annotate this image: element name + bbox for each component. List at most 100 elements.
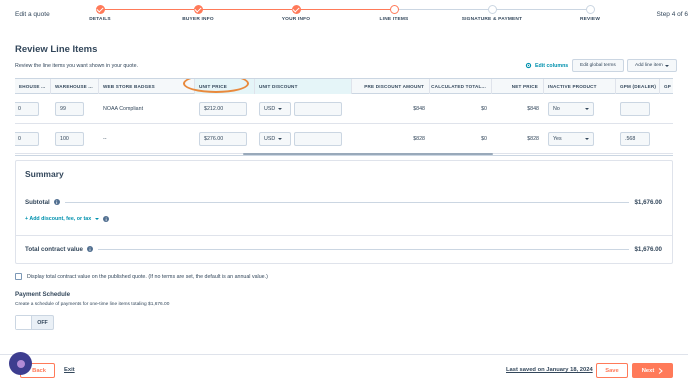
chevron-down-icon <box>95 218 100 220</box>
column-header[interactable]: UNIT DISCOUNT <box>255 79 352 94</box>
unit-price-input[interactable]: $212.00 <box>199 102 247 116</box>
page-title: Review Line Items <box>15 44 98 55</box>
step-line-items[interactable]: LINE ITEMS <box>359 5 429 22</box>
warehouse-input[interactable]: 99 <box>55 102 84 116</box>
progress-track-completed <box>100 9 395 10</box>
web-store-badges-value: -- <box>103 136 107 142</box>
net-price: $828 <box>527 136 539 142</box>
summary-panel: Summary Subtotal i $1,676.00 + Add discou… <box>15 160 673 264</box>
chevron-down-icon <box>278 138 283 140</box>
edit-global-terms-label: Edit global terms <box>580 63 616 68</box>
line-items-table: EHOUSE ... WAREHOUSE ... WEB STORE BADGE… <box>15 78 673 156</box>
step-pending-indicator <box>585 5 595 14</box>
exit-link[interactable]: Exit <box>64 367 75 373</box>
display-total-checkbox[interactable] <box>15 273 22 280</box>
add-line-item-button[interactable]: Add line item <box>627 59 677 72</box>
calculated-total: $0 <box>481 136 487 142</box>
gpm-dealer-input[interactable] <box>620 102 650 116</box>
discount-currency-select[interactable]: USD <box>259 132 291 146</box>
total-contract-line: Total contract value i $1,676.00 <box>25 244 662 254</box>
step-buyer-info[interactable]: BUYER INFO <box>163 5 233 22</box>
table-row: 0 100 -- $276.00 USD $828 $0 $828 Yes .5… <box>15 124 673 154</box>
table-header-row: EHOUSE ... WAREHOUSE ... WEB STORE BADGE… <box>15 79 673 94</box>
column-header[interactable]: INACTIVE PRODUCT <box>544 79 616 94</box>
step-label: DETAILS <box>89 17 111 22</box>
back-label: Back <box>32 367 46 374</box>
step-label: SIGNATURE & PAYMENT <box>461 17 523 22</box>
column-header[interactable]: NET PRICE <box>492 79 544 94</box>
chevron-down-icon <box>664 64 669 67</box>
step-label: YOUR INFO <box>281 17 311 22</box>
subtotal-label: Subtotal <box>25 198 50 206</box>
save-button[interactable]: Save <box>596 363 628 378</box>
help-chat-icon[interactable] <box>9 352 32 375</box>
chevron-down-icon <box>585 138 589 140</box>
payment-schedule-title: Payment Schedule <box>15 291 71 298</box>
divider <box>98 248 630 250</box>
payment-schedule-toggle[interactable]: OFF <box>15 315 54 330</box>
web-store-badges-value: NOAA Compliant <box>103 106 144 112</box>
calculated-total: $0 <box>481 106 487 112</box>
step-label: BUYER INFO <box>182 17 214 22</box>
unit-discount-input[interactable] <box>294 132 342 146</box>
unit-discount-input[interactable] <box>294 102 342 116</box>
display-total-label: Display total contract value on the publ… <box>27 273 268 280</box>
pre-discount-amount: $828 <box>413 136 425 142</box>
column-header[interactable]: PRE DISCOUNT AMOUNT <box>352 79 430 94</box>
edit-quote-label: Edit a quote <box>15 11 50 18</box>
display-total-option[interactable]: Display total contract value on the publ… <box>15 273 268 280</box>
column-header[interactable]: EHOUSE ... <box>15 79 51 94</box>
next-button[interactable]: Next <box>632 363 673 378</box>
chevron-down-icon <box>585 108 589 110</box>
info-icon[interactable]: i <box>103 216 110 222</box>
inactive-product-select[interactable]: Yes <box>548 132 594 146</box>
edit-columns-label: Edit columns <box>535 62 569 69</box>
horizontal-scrollbar[interactable] <box>243 153 493 155</box>
table-row: 0 99 NOAA Compliant $212.00 USD $848 $0 … <box>15 94 673 124</box>
unit-price-input[interactable]: $276.00 <box>199 132 247 146</box>
info-icon[interactable]: i <box>53 199 60 205</box>
total-contract-label: Total contract value <box>25 245 83 253</box>
subtotal-amount: $1,676.00 <box>634 198 662 206</box>
inactive-product-select[interactable]: No <box>548 102 594 116</box>
add-discount-link[interactable]: + Add discount, fee, or tax i <box>25 216 110 222</box>
add-discount-label: + Add discount, fee, or tax <box>25 216 92 222</box>
toggle-state-label: OFF <box>37 319 48 326</box>
step-complete-check-icon <box>95 5 105 14</box>
pre-discount-amount: $848 <box>413 106 425 112</box>
add-line-item-label: Add line item <box>635 63 663 68</box>
chevron-down-icon <box>278 108 283 110</box>
currency-label: USD <box>264 106 276 112</box>
step-review[interactable]: REVIEW <box>555 5 625 22</box>
step-pending-indicator <box>487 5 497 14</box>
toggle-knob <box>16 316 32 329</box>
select-value: No <box>553 106 560 112</box>
warehouse-input[interactable]: 100 <box>55 132 84 146</box>
payment-schedule-description: Create a schedule of payments for one-ti… <box>15 302 170 307</box>
footer-bar: Back Exit Last saved on January 18, 2024… <box>0 354 688 383</box>
gear-icon <box>525 62 532 69</box>
ehouse-input[interactable]: 0 <box>15 132 39 146</box>
column-header[interactable]: GP <box>660 79 673 94</box>
discount-currency-select[interactable]: USD <box>259 102 291 116</box>
step-details[interactable]: DETAILS <box>65 5 135 22</box>
divider <box>64 201 630 203</box>
chevron-right-icon <box>658 367 664 374</box>
column-header[interactable]: GPM (DEALER) <box>616 79 660 94</box>
last-saved-link[interactable]: Last saved on January 18, 2024 <box>506 367 593 373</box>
edit-columns-link[interactable]: Edit columns <box>525 62 568 69</box>
gpm-dealer-input[interactable]: .568 <box>620 132 650 146</box>
info-icon[interactable]: i <box>87 246 93 252</box>
step-counter: Step 4 of 6 <box>656 11 688 18</box>
step-signature-payment[interactable]: SIGNATURE & PAYMENT <box>457 5 527 22</box>
quote-progress-bar: Edit a quote DETAILS BUYER INFO YOUR INF… <box>0 0 688 30</box>
step-current-indicator <box>389 5 399 14</box>
edit-global-terms-button[interactable]: Edit global terms <box>572 59 624 72</box>
ehouse-input[interactable]: 0 <box>15 102 39 116</box>
step-your-info[interactable]: YOUR INFO <box>261 5 331 22</box>
step-complete-check-icon <box>193 5 203 14</box>
column-header[interactable]: CALCULATED TOTAL... <box>430 79 492 94</box>
subtotal-line: Subtotal i $1,676.00 <box>25 197 662 207</box>
column-header[interactable]: WEB STORE BADGES <box>99 79 195 94</box>
column-header[interactable]: WAREHOUSE ... <box>51 79 99 94</box>
